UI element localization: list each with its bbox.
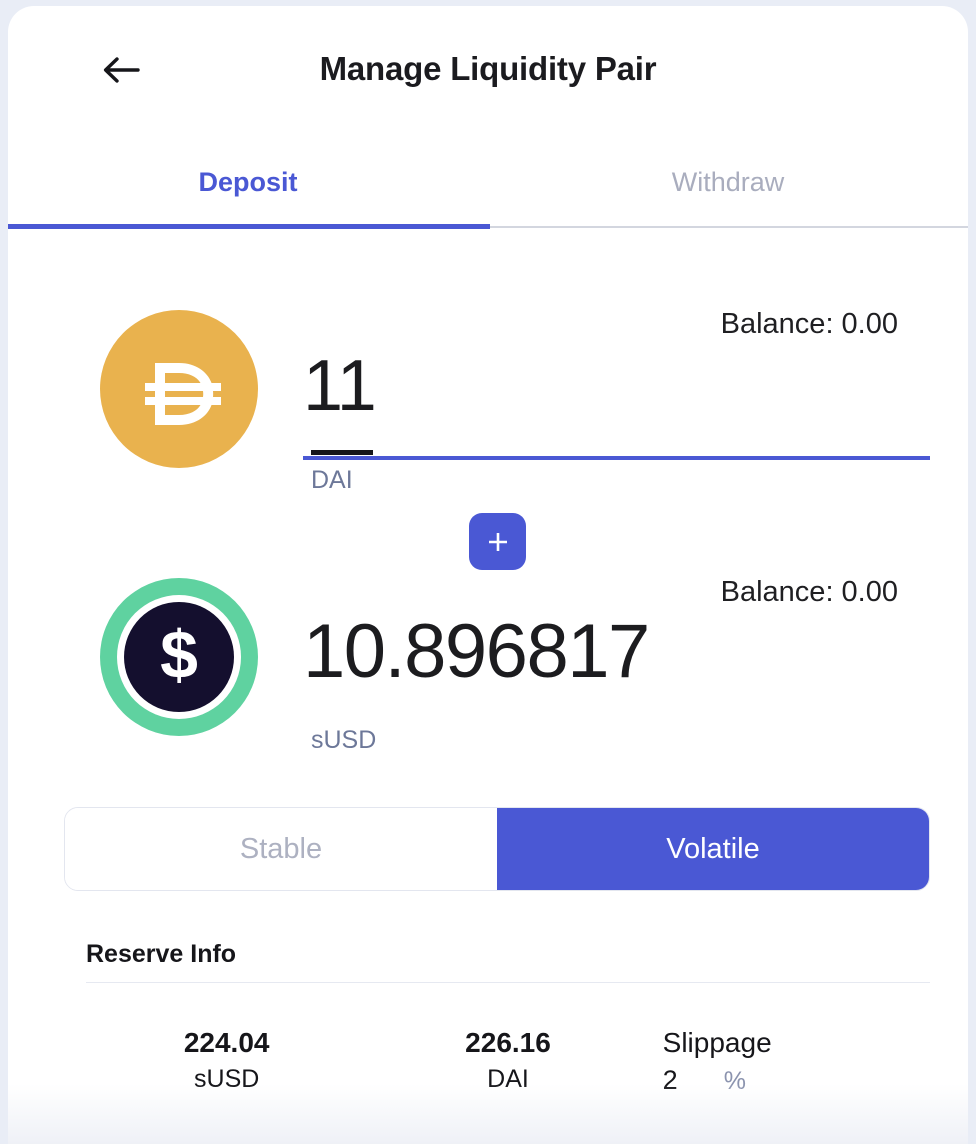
reserve-stat-dai-value: 226.16: [465, 1027, 551, 1058]
pool-type-volatile-label: Volatile: [666, 832, 760, 865]
dollar-sign-icon: $: [124, 602, 234, 712]
slippage-title: Slippage: [662, 1027, 772, 1058]
tab-bar: Deposit Withdraw: [8, 140, 968, 229]
dai-token-label: DAI: [311, 466, 353, 494]
pool-type-option-stable[interactable]: Stable: [65, 808, 497, 890]
dai-balance-label: Balance: 0.00: [720, 308, 898, 340]
reserve-info-title: Reserve Info: [86, 940, 237, 968]
add-liquidity-plus-button[interactable]: [469, 513, 526, 570]
susd-balance-label: Balance: 0.00: [720, 576, 898, 608]
reserve-info-stats: 224.04 sUSD 226.16 DAI Slippage 2 %: [86, 1024, 930, 1100]
manage-liquidity-card: Manage Liquidity Pair Deposit Withdraw B…: [8, 6, 968, 1144]
susd-coin-icon: $: [100, 578, 258, 736]
reserve-info-divider: [86, 982, 930, 983]
token-input-row-dai: Balance: 0.00 11 DAI: [8, 294, 968, 494]
page-title: Manage Liquidity Pair: [319, 50, 657, 87]
pool-type-stable-label: Stable: [239, 832, 323, 865]
dai-amount-input[interactable]: 11: [303, 350, 377, 422]
slippage-row: 2 %: [663, 1062, 930, 1100]
tab-inactive-rule: [490, 226, 968, 228]
tab-deposit[interactable]: Deposit: [8, 140, 488, 224]
reserve-stat-susd: 224.04 sUSD: [86, 1024, 367, 1100]
reserve-stat-dai: 226.16 DAI: [367, 1024, 648, 1100]
tab-withdraw-label: Withdraw: [671, 166, 785, 197]
dai-coin-icon: [100, 310, 258, 468]
susd-icon-ring-gap: $: [117, 595, 241, 719]
reserve-stat-susd-label: sUSD: [194, 1064, 260, 1093]
app-root: Manage Liquidity Pair Deposit Withdraw B…: [0, 0, 976, 1144]
slippage-control: Slippage 2 %: [649, 1024, 930, 1100]
susd-token-label: sUSD: [311, 726, 377, 754]
reserve-stat-susd-value: 224.04: [183, 1027, 270, 1058]
plus-icon: [484, 528, 512, 556]
tab-deposit-label: Deposit: [198, 166, 298, 197]
slippage-input[interactable]: 2: [663, 1062, 678, 1100]
dai-input-underline: [303, 456, 930, 460]
tab-withdraw[interactable]: Withdraw: [488, 140, 968, 224]
tab-active-indicator: [8, 224, 490, 229]
token-input-row-susd: $ Balance: 0.00 10.896817 sUSD: [8, 568, 968, 768]
reserve-stat-dai-label: DAI: [487, 1064, 529, 1093]
header: Manage Liquidity Pair: [8, 6, 968, 134]
susd-amount-input[interactable]: 10.896817: [303, 614, 650, 690]
pool-type-toggle: Stable Volatile: [64, 807, 930, 891]
slippage-unit-label: %: [723, 1066, 746, 1095]
dai-input-caret: [311, 450, 373, 455]
pool-type-option-volatile[interactable]: Volatile: [497, 808, 929, 890]
